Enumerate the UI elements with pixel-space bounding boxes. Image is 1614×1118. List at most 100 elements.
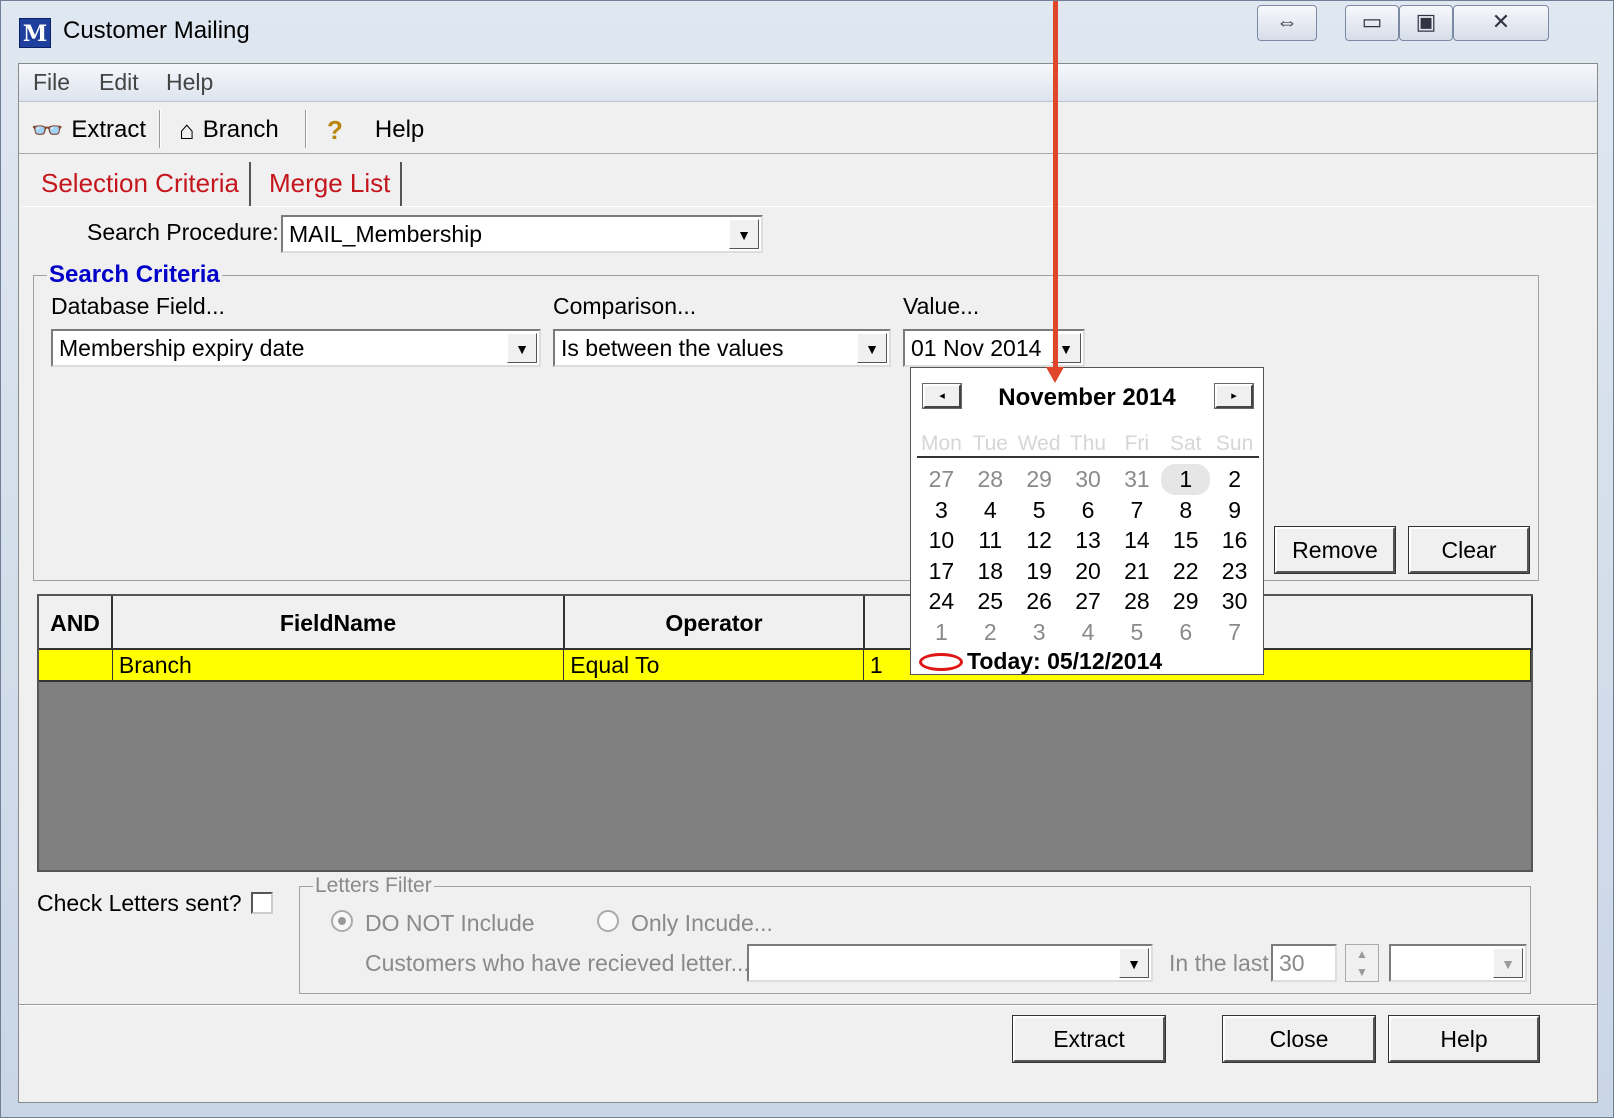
comparison-select[interactable]: Is between the values ▼ [553, 329, 891, 367]
calendar-day[interactable]: 12 [1015, 525, 1064, 556]
next-month-button[interactable]: ▸ [1214, 383, 1254, 409]
calendar-day[interactable]: 28 [1112, 586, 1161, 617]
calendar-day[interactable]: 22 [1161, 556, 1210, 587]
menu-edit[interactable]: Edit [99, 69, 139, 96]
weekday-label: Tue [972, 432, 1008, 455]
calendar-day[interactable]: 15 [1161, 525, 1210, 556]
calendar-day[interactable]: 21 [1112, 556, 1161, 587]
calendar-day[interactable]: 3 [917, 495, 966, 526]
chevron-down-icon[interactable]: ▼ [507, 333, 537, 363]
calendar-day[interactable]: 5 [1015, 495, 1064, 526]
criteria-grid[interactable]: AND FieldName Operator Branch Equal To 1 [37, 594, 1533, 872]
column-header-and[interactable]: AND [39, 596, 113, 650]
weekday-label: Wed [1017, 432, 1061, 455]
calendar-day[interactable]: 19 [1015, 556, 1064, 587]
calendar-day[interactable]: 8 [1161, 495, 1210, 526]
search-procedure-select[interactable]: MAIL_Membership ▼ [281, 215, 763, 253]
extract-button[interactable]: Extract [1012, 1015, 1166, 1063]
calendar-day[interactable]: 23 [1210, 556, 1259, 587]
calendar-day[interactable]: 16 [1210, 525, 1259, 556]
chevron-down-icon[interactable]: ▼ [1493, 948, 1523, 978]
close-window-button[interactable]: ✕ [1453, 5, 1549, 41]
toolbar-help-label: Help [374, 116, 425, 143]
resize-icon[interactable]: ⇔ [1257, 5, 1317, 41]
period-unit-select[interactable]: ▼ [1389, 944, 1527, 982]
annotation-arrowhead-icon [1046, 367, 1064, 383]
clear-button[interactable]: Clear [1408, 526, 1530, 574]
table-row[interactable]: Branch Equal To 1 [39, 650, 1531, 682]
calendar-day[interactable]: 27 [1064, 586, 1113, 617]
chevron-down-icon[interactable]: ▼ [857, 333, 887, 363]
received-letter-select[interactable]: ▼ [747, 944, 1153, 982]
calendar-day[interactable]: 26 [1015, 586, 1064, 617]
toolbar-extract-label: Extract [71, 116, 147, 143]
calendar-day[interactable]: 30 [1210, 586, 1259, 617]
menu-bar: File Edit Help [19, 64, 1597, 102]
in-the-last-value: 30 [1279, 950, 1305, 976]
chevron-down-icon[interactable]: ▼ [1119, 948, 1149, 978]
chevron-down-icon[interactable]: ▼ [729, 219, 759, 249]
calendar-day[interactable]: 29 [1161, 586, 1210, 617]
calendar-day[interactable]: 29 [1015, 464, 1064, 495]
menu-help[interactable]: Help [166, 69, 213, 96]
customer-mailing-window: M Customer Mailing ⇔ ▭ ▣ ✕ File Edit Hel… [0, 0, 1614, 1118]
cell-operator: Equal To [564, 650, 864, 680]
calendar-day[interactable]: 28 [966, 464, 1015, 495]
calendar-day[interactable]: 27 [917, 464, 966, 495]
remove-button[interactable]: Remove [1274, 526, 1396, 574]
question-icon: ? [327, 114, 343, 145]
only-include-radio[interactable] [597, 910, 619, 932]
received-letter-label: Customers who have recieved letter... [365, 950, 750, 976]
check-letters-checkbox[interactable] [251, 892, 273, 914]
calendar-day[interactable]: 4 [966, 495, 1015, 526]
close-button[interactable]: Close [1222, 1015, 1376, 1063]
title-bar[interactable]: M Customer Mailing ⇔ ▭ ▣ ✕ [1, 1, 1613, 61]
do-not-include-radio[interactable] [331, 910, 353, 932]
in-the-last-input[interactable]: 30 [1271, 944, 1337, 982]
toolbar-extract-button[interactable]: 👓 Extract [31, 112, 146, 148]
calendar-day[interactable]: 3 [1015, 617, 1064, 648]
database-field-select[interactable]: Membership expiry date ▼ [51, 329, 541, 367]
calendar-day[interactable]: 20 [1064, 556, 1113, 587]
check-letters-label: Check Letters sent? [37, 890, 242, 916]
calendar-day[interactable]: 17 [917, 556, 966, 587]
column-header-operator[interactable]: Operator [565, 596, 865, 650]
maximize-button[interactable]: ▣ [1399, 5, 1453, 41]
calendar-day[interactable]: 2 [966, 617, 1015, 648]
date-picker-calendar[interactable]: ◂ November 2014 ▸ Mon Tue Wed Thu Fri Sa… [910, 367, 1264, 675]
calendar-day[interactable]: 11 [966, 525, 1015, 556]
letters-section: Check Letters sent? Letters Filter DO NO… [19, 870, 1597, 1004]
value-label: Value... [903, 293, 980, 319]
calendar-month-title: November 2014 [998, 384, 1176, 411]
calendar-day[interactable]: 10 [917, 525, 966, 556]
calendar-day[interactable]: 14 [1112, 525, 1161, 556]
calendar-day[interactable]: 25 [966, 586, 1015, 617]
calendar-day[interactable]: 7 [1112, 495, 1161, 526]
help-button[interactable]: Help [1388, 1015, 1540, 1063]
calendar-day[interactable]: 31 [1112, 464, 1161, 495]
calendar-day[interactable]: 6 [1161, 617, 1210, 648]
calendar-day[interactable]: 13 [1064, 525, 1113, 556]
calendar-day[interactable]: 9 [1210, 495, 1259, 526]
minimize-button[interactable]: ▭ [1345, 5, 1399, 41]
menu-file[interactable]: File [33, 69, 70, 96]
calendar-day[interactable]: 1 [917, 617, 966, 648]
calendar-day[interactable]: 30 [1064, 464, 1113, 495]
column-header-fieldname[interactable]: FieldName [113, 596, 565, 650]
calendar-day[interactable]: 2 [1210, 464, 1259, 495]
calendar-day[interactable]: 6 [1064, 495, 1113, 526]
calendar-day[interactable]: 4 [1064, 617, 1113, 648]
toolbar-help-button[interactable]: ? Help [327, 112, 424, 148]
today-link[interactable]: Today: 05/12/2014 [919, 648, 1162, 675]
calendar-day[interactable]: 7 [1210, 617, 1259, 648]
calendar-day[interactable]: 24 [917, 586, 966, 617]
calendar-day[interactable]: 18 [966, 556, 1015, 587]
calendar-day[interactable]: 5 [1112, 617, 1161, 648]
toolbar-branch-button[interactable]: ⌂ Branch [179, 112, 279, 148]
tab-merge-list[interactable]: Merge List [259, 162, 403, 206]
today-label: Today: 05/12/2014 [967, 648, 1163, 674]
search-criteria-title: Search Criteria [47, 261, 222, 289]
calendar-day-selected[interactable]: 1 [1161, 464, 1211, 495]
spinner-arrows-icon[interactable]: ▲ ▼ [1345, 944, 1379, 982]
tab-selection-criteria[interactable]: Selection Criteria [31, 162, 251, 206]
